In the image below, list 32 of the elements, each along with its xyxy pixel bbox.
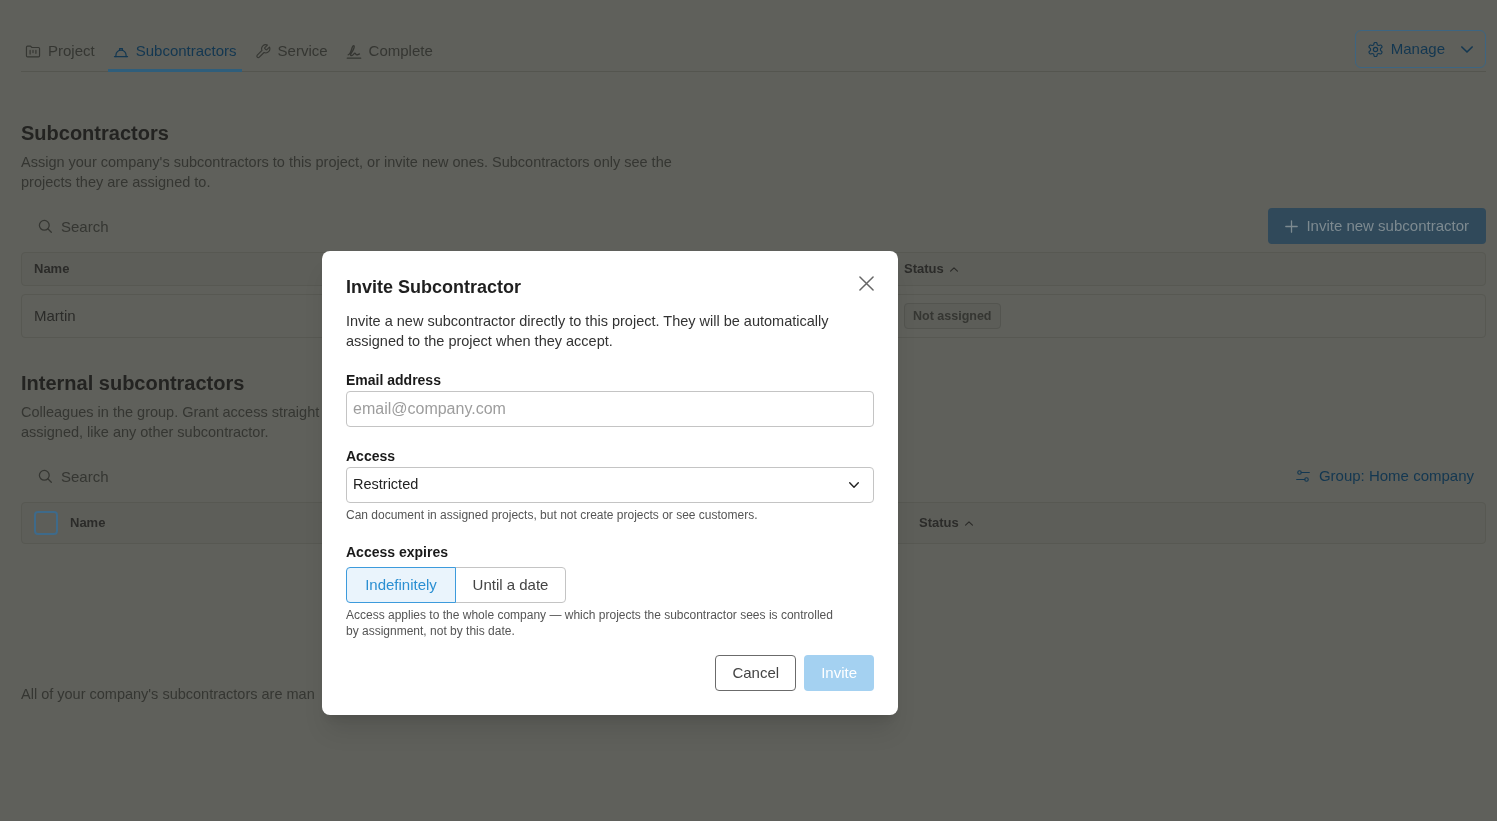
field-label: Access expires: [346, 543, 448, 562]
field-label: Email address: [346, 371, 441, 390]
segment-option[interactable]: Until a date: [455, 567, 566, 603]
search-icon: [38, 219, 52, 233]
close-icon: [858, 275, 874, 291]
gear-icon: [1367, 41, 1383, 57]
sort-up-icon: [949, 266, 958, 272]
folder-icon: [25, 43, 41, 59]
signature-icon: [345, 43, 362, 59]
dialog-description: Invite a new subcontractor directly to this project. They will be automatically assigned to the project when they accept.: [346, 312, 830, 351]
invite-button[interactable]: Invite new subcontractor: [1268, 208, 1486, 244]
help-text: Can document in assigned projects, but not create projects or see customers.: [346, 507, 759, 523]
sort-up-icon: [964, 520, 973, 526]
tab[interactable]: Subcontractors: [107, 30, 242, 72]
checkbox[interactable]: [34, 511, 58, 535]
section-title: Subcontractors: [21, 121, 169, 145]
cancel-button[interactable]: Cancel: [715, 655, 797, 691]
section-title: Internal subcontractors: [21, 371, 245, 395]
wrench-icon: [254, 43, 271, 59]
search-icon: [38, 469, 52, 483]
plus-icon: [1285, 219, 1299, 233]
sliders-icon: [1295, 469, 1310, 483]
segment-option[interactable]: Indefinitely: [346, 567, 456, 603]
chevron-down-icon: [1461, 45, 1473, 53]
input-field[interactable]: email@company.com: [346, 391, 874, 427]
field-label: Access: [346, 447, 396, 466]
manage-button[interactable]: Manage: [1354, 30, 1486, 68]
chevron-down-icon: [849, 482, 859, 488]
group-filter-link[interactable]: Group: Home company: [1295, 464, 1474, 488]
help-text: Access applies to the whole company — which projects the subcontractor sees is controlled by assignment, not by this date.: [346, 607, 834, 639]
dialog-title: Invite Subcontractor: [346, 276, 522, 299]
select-field[interactable]: Restricted: [346, 467, 874, 503]
